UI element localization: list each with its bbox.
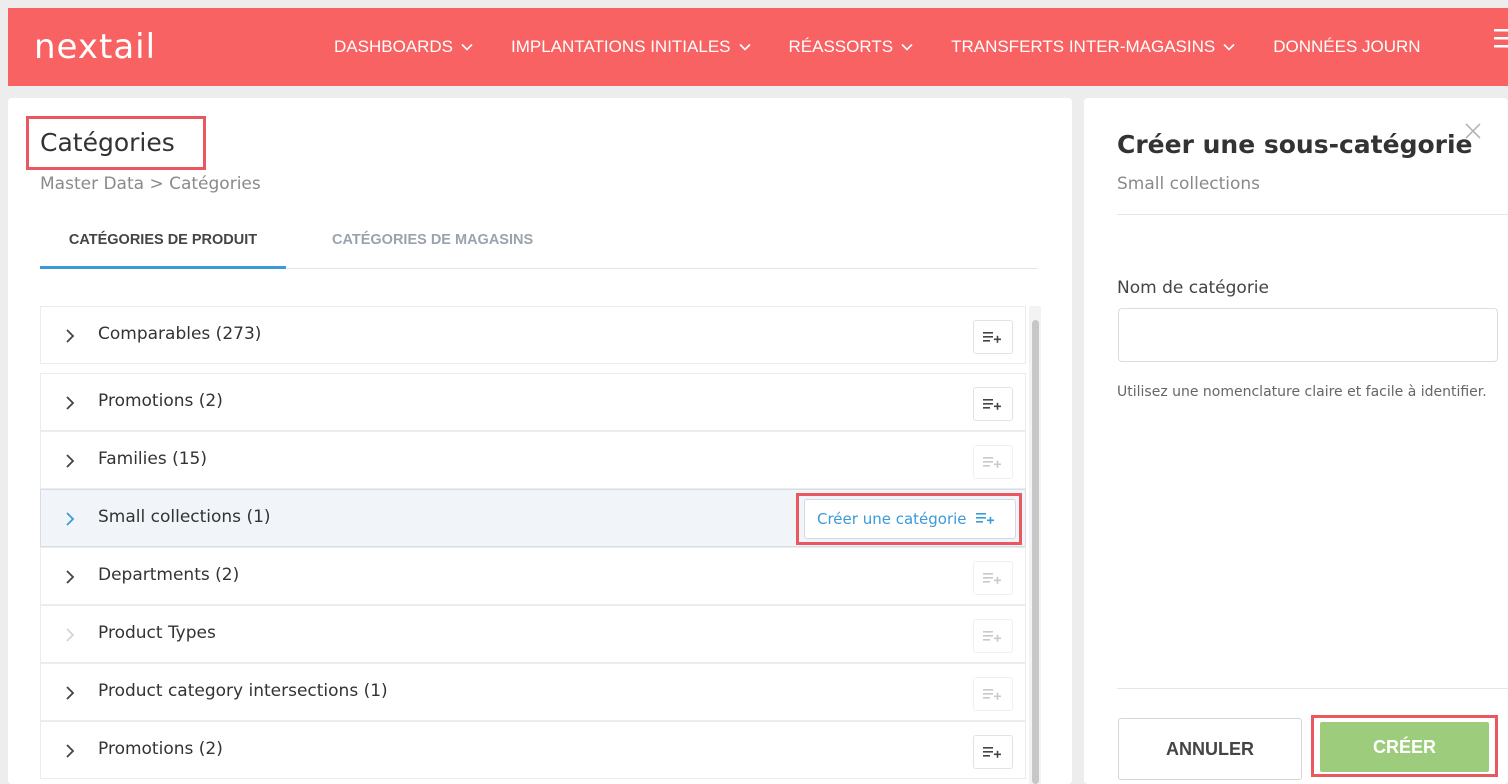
chevron-down-icon (738, 41, 751, 53)
drawer-divider (1117, 214, 1508, 215)
page-title: Catégories (40, 128, 175, 157)
category-row-product-category-intersections[interactable]: Product category intersections (1) (40, 663, 1026, 721)
nav-dashboards[interactable]: DASHBOARDS (334, 37, 473, 57)
category-row-label: Product Types (98, 623, 216, 643)
category-row-small-collections[interactable]: Small collections (1) Créer une catégori… (40, 489, 1026, 547)
create-subcategory-drawer: Créer une sous-catégorie Small collectio… (1084, 98, 1508, 784)
drawer-subtitle: Small collections (1117, 174, 1261, 194)
scroll-up-arrow-icon[interactable] (1032, 310, 1038, 324)
chevron-right-icon[interactable] (63, 394, 77, 412)
chevron-down-icon (461, 41, 473, 53)
nav-implantations-initiales[interactable]: IMPLANTATIONS INITIALES (511, 37, 751, 57)
nav-reassorts-label: RÉASSORTS (788, 37, 894, 56)
category-tabs: CATÉGORIES DE PRODUIT CATÉGORIES DE MAGA… (40, 212, 1038, 269)
add-subcategory-button[interactable] (973, 320, 1013, 354)
chevron-right-icon[interactable] (63, 452, 77, 470)
add-list-icon (983, 332, 1001, 343)
main-nav: DASHBOARDS IMPLANTATIONS INITIALES RÉASS… (334, 8, 1459, 86)
chevron-down-icon (901, 41, 913, 53)
hamburger-menu-icon[interactable] (1494, 26, 1508, 50)
category-row-label: Promotions (2) (98, 391, 223, 411)
create-category-button[interactable]: Créer une catégorie (804, 499, 1016, 539)
add-list-icon (983, 747, 1001, 758)
add-subcategory-button[interactable] (973, 735, 1013, 769)
chevron-right-icon[interactable] (63, 568, 77, 586)
tab-categories-de-magasins[interactable]: CATÉGORIES DE MAGASINS (332, 212, 533, 269)
nav-dashboards-label: DASHBOARDS (334, 37, 454, 56)
category-name-input[interactable] (1118, 308, 1498, 362)
chevron-right-icon[interactable] (63, 742, 77, 760)
nav-reassorts[interactable]: RÉASSORTS (789, 37, 914, 57)
list-scrollbar[interactable] (1029, 306, 1041, 784)
scrollbar-thumb[interactable] (1032, 320, 1039, 784)
category-row-promotions[interactable]: Promotions (2) (40, 373, 1026, 431)
category-row-label: Comparables (273) (98, 324, 262, 344)
chevron-right-icon[interactable] (63, 327, 77, 345)
category-row-label: Families (15) (98, 449, 207, 469)
create-category-label: Créer une catégorie (817, 510, 967, 528)
category-row-product-types[interactable]: Product Types (40, 605, 1026, 663)
nav-transferts-inter-magasins[interactable]: TRANSFERTS INTER-MAGASINS (951, 37, 1235, 57)
chevron-down-icon (1223, 41, 1235, 53)
category-row-departments[interactable]: Departments (2) (40, 547, 1026, 605)
category-row-comparables[interactable]: Comparables (273) (40, 306, 1026, 364)
add-subcategory-button[interactable] (973, 619, 1013, 653)
category-row-label: Product category intersections (1) (98, 681, 388, 701)
category-name-label: Nom de catégorie (1117, 278, 1269, 298)
category-row-families[interactable]: Families (15) (40, 431, 1026, 489)
drawer-footer-divider (1117, 688, 1508, 689)
cancel-button[interactable]: ANNULER (1118, 718, 1302, 780)
top-nav-bar: nextail DASHBOARDS IMPLANTATIONS INITIAL… (8, 8, 1508, 86)
categories-panel: Catégories Master Data > Catégories CATÉ… (8, 98, 1072, 784)
nav-transferts-label: TRANSFERTS INTER-MAGASINS (951, 37, 1216, 56)
drawer-title: Créer une sous-catégorie (1117, 130, 1473, 159)
add-subcategory-button[interactable] (973, 561, 1013, 595)
add-subcategory-button[interactable] (973, 387, 1013, 421)
nextail-logo[interactable]: nextail (34, 27, 156, 67)
add-list-icon (983, 631, 1001, 642)
add-list-icon (983, 457, 1001, 468)
add-list-icon (975, 510, 997, 529)
category-name-hint: Utilisez une nomenclature claire et faci… (1117, 384, 1487, 400)
category-row-label: Promotions (2) (98, 739, 223, 759)
chevron-right-icon[interactable] (63, 510, 77, 528)
chevron-right-icon[interactable] (63, 684, 77, 702)
nav-donnees-journalieres[interactable]: DONNÉES JOURN (1273, 37, 1420, 57)
category-row-label: Small collections (1) (98, 507, 271, 527)
breadcrumb[interactable]: Master Data > Catégories (40, 174, 261, 194)
chevron-right-icon (63, 626, 77, 644)
category-row-promotions-2[interactable]: Promotions (2) (40, 721, 1026, 779)
create-button[interactable]: CRÉER (1320, 722, 1489, 772)
category-row-label: Departments (2) (98, 565, 240, 585)
tab-categories-de-produit[interactable]: CATÉGORIES DE PRODUIT (40, 212, 286, 269)
close-icon[interactable] (1464, 122, 1482, 140)
nav-donnees-label: DONNÉES JOURN (1273, 37, 1421, 56)
add-list-icon (983, 689, 1001, 700)
nav-implantations-label: IMPLANTATIONS INITIALES (511, 37, 731, 56)
add-subcategory-button[interactable] (973, 445, 1013, 479)
add-subcategory-button[interactable] (973, 677, 1013, 711)
add-list-icon (983, 573, 1001, 584)
add-list-icon (983, 399, 1001, 410)
